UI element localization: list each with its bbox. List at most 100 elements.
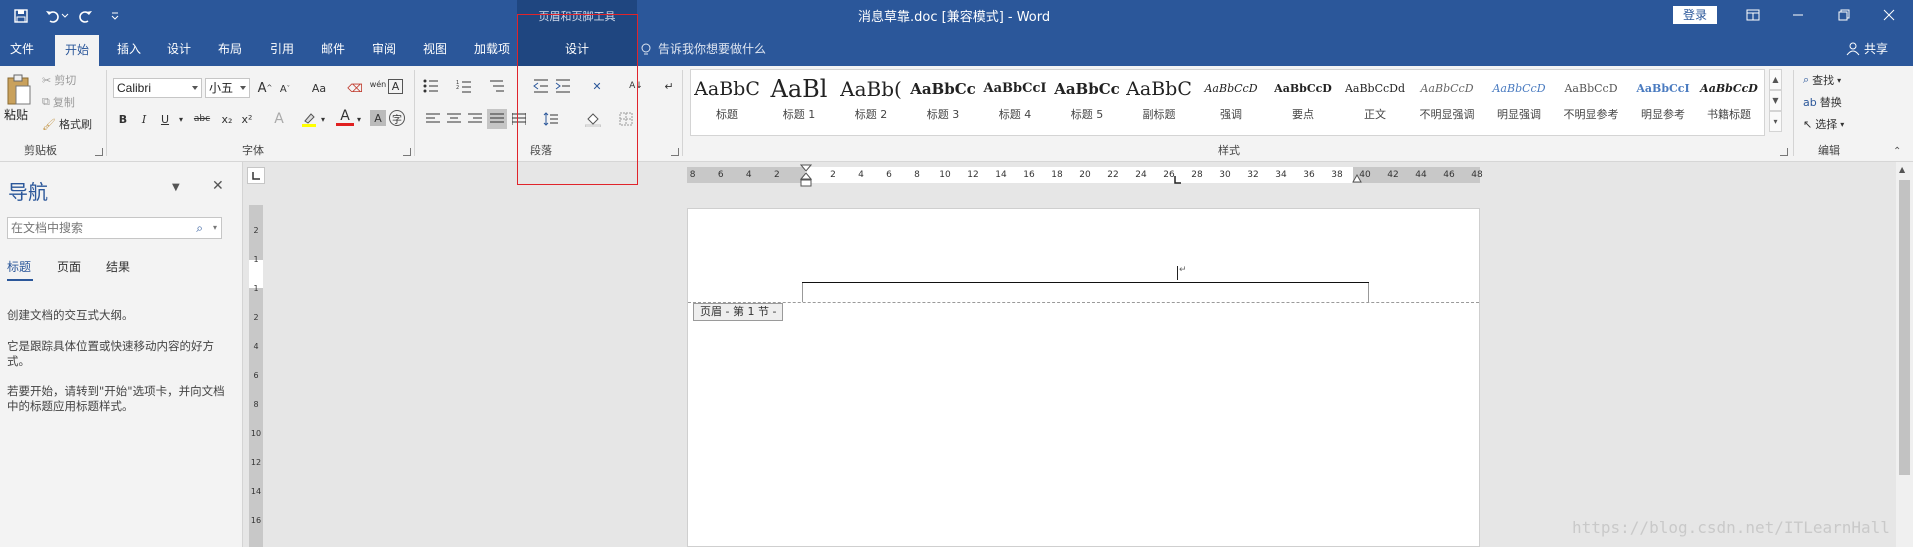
style-heading-1[interactable]: AaBl 标题 1 — [763, 72, 835, 134]
style-strong[interactable]: AaBbCcD 要点 — [1267, 72, 1339, 134]
clear-format-icon[interactable]: ⌫ — [346, 79, 364, 97]
align-left-icon[interactable] — [424, 110, 442, 128]
style-normal[interactable]: AaBbCcDd 正文 — [1339, 72, 1411, 134]
redo-icon[interactable] — [74, 6, 96, 26]
separator — [106, 70, 107, 156]
copy-button[interactable]: ⧉ 复制 — [42, 92, 75, 112]
chevron-down-icon[interactable]: ▾ — [213, 218, 217, 238]
close-icon[interactable]: ✕ — [212, 178, 224, 194]
nav-tab-pages[interactable]: 页面 — [57, 258, 81, 275]
paste-icon[interactable] — [4, 72, 34, 106]
document-page[interactable]: ↵ 页眉 - 第 1 节 - — [687, 208, 1480, 547]
tab-references[interactable]: 引用 — [260, 32, 304, 66]
style-name: 要点 — [1292, 108, 1314, 121]
restore-icon[interactable] — [1821, 0, 1867, 30]
font-color-dropdown-icon[interactable]: ▾ — [354, 110, 364, 128]
close-icon[interactable] — [1866, 0, 1912, 30]
font-launcher-icon[interactable] — [403, 148, 411, 156]
undo-dropdown-icon[interactable] — [60, 6, 70, 26]
gallery-scroll-up-icon[interactable]: ▲ — [1769, 69, 1782, 90]
share-button[interactable]: 共享 — [1846, 32, 1888, 66]
search-icon[interactable]: ⌕ — [196, 218, 203, 238]
underline-icon[interactable]: U — [156, 110, 174, 128]
gallery-scroll-down-icon[interactable]: ▼ — [1769, 90, 1782, 111]
shrink-font-icon[interactable]: Aˇ — [276, 80, 294, 98]
nav-tab-results[interactable]: 结果 — [106, 258, 130, 275]
tab-insert[interactable]: 插入 — [107, 32, 151, 66]
pinyin-guide-icon[interactable]: wén — [369, 76, 387, 94]
scroll-up-icon[interactable]: ▲ — [1899, 165, 1905, 174]
paragraph-launcher-icon[interactable] — [671, 148, 679, 156]
grow-font-icon[interactable]: A ^ — [256, 79, 274, 97]
bullets-icon[interactable] — [422, 77, 440, 95]
tab-view[interactable]: 视图 — [413, 32, 457, 66]
tab-layout[interactable]: 布局 — [208, 32, 252, 66]
login-button[interactable]: 登录 — [1673, 6, 1717, 24]
tab-review[interactable]: 审阅 — [362, 32, 406, 66]
change-case-icon[interactable]: Aa — [306, 79, 332, 97]
paste-button[interactable]: 粘贴 — [4, 106, 28, 123]
style-subtle-emphasis[interactable]: AaBbCcD 不明显强调 — [1411, 72, 1483, 134]
char-border-icon[interactable]: A — [388, 79, 403, 94]
numbering-icon[interactable]: 12 — [455, 77, 473, 95]
tab-file[interactable]: 文件 — [0, 32, 44, 66]
style-subtitle[interactable]: AaBbC 副标题 — [1123, 72, 1195, 134]
subscript-icon[interactable]: x₂ — [218, 110, 236, 128]
style-sample: AaBbCcD — [1420, 82, 1474, 95]
text-effects-icon[interactable]: A — [270, 110, 288, 128]
gallery-more-icon[interactable]: ▾ — [1769, 111, 1782, 132]
multilevel-list-icon[interactable] — [488, 77, 506, 95]
style-heading-4[interactable]: AaBbCcI 标题 4 — [979, 72, 1051, 134]
char-shading-icon[interactable]: A — [370, 110, 386, 126]
highlight-dropdown-icon[interactable]: ▾ — [318, 110, 328, 128]
italic-icon[interactable]: I — [135, 110, 153, 128]
bold-icon[interactable]: B — [114, 110, 132, 128]
minimize-icon[interactable] — [1775, 0, 1821, 30]
replace-button[interactable]: ab 替换 — [1803, 92, 1842, 112]
tab-selector[interactable] — [247, 167, 265, 184]
nav-options-icon[interactable]: ▼ — [172, 182, 180, 193]
align-center-icon[interactable] — [445, 110, 463, 128]
tab-design[interactable]: 设计 — [157, 32, 201, 66]
align-right-icon[interactable] — [466, 110, 484, 128]
find-button[interactable]: ⌕ 查找 ▾ — [1803, 70, 1841, 90]
nav-tab-headings[interactable]: 标题 — [7, 258, 31, 275]
cut-button[interactable]: ✂ 剪切 — [42, 70, 76, 90]
style-heading-3[interactable]: AaBbCc 标题 3 — [907, 72, 979, 134]
enclose-char-icon[interactable]: 字 — [389, 110, 405, 126]
highlight-icon[interactable] — [300, 110, 318, 128]
font-size-combo[interactable]: 小五 — [205, 78, 250, 98]
style-title[interactable]: AaBbC 标题 — [691, 72, 763, 134]
style-book-title[interactable]: AaBbCcD 书籍标题 — [1693, 72, 1765, 134]
collapse-ribbon-icon[interactable]: ⌃ — [1893, 146, 1901, 157]
tab-stop-marker[interactable] — [1174, 176, 1182, 184]
strikethrough-icon[interactable]: abc — [191, 110, 213, 128]
justify-icon[interactable] — [487, 109, 507, 129]
styles-launcher-icon[interactable] — [1780, 148, 1788, 156]
format-painter-button[interactable]: 🖌 格式刷 — [42, 114, 92, 134]
customize-icon[interactable] — [104, 6, 126, 26]
right-indent-marker-icon[interactable] — [1352, 174, 1362, 183]
show-marks-icon[interactable]: ↵ — [660, 77, 678, 95]
style-emphasis[interactable]: AaBbCcD 强调 — [1195, 72, 1267, 134]
style-subtle-reference[interactable]: AaBbCcD 不明显参考 — [1555, 72, 1627, 134]
nav-search-input[interactable]: 在文档中搜索 ⌕ ▾ — [7, 217, 222, 239]
clipboard-launcher-icon[interactable] — [95, 148, 103, 156]
tell-me-box[interactable]: 告诉我你想要做什么 — [640, 32, 766, 66]
save-icon[interactable] — [10, 6, 32, 26]
font-color-icon[interactable]: A — [336, 108, 354, 126]
superscript-icon[interactable]: x² — [238, 110, 256, 128]
tab-mailings[interactable]: 邮件 — [311, 32, 355, 66]
style-intense-reference[interactable]: AaBbCcI 明显参考 — [1627, 72, 1699, 134]
tab-addins[interactable]: 加载项 — [467, 32, 517, 66]
style-heading-5[interactable]: AaBbCc 标题 5 — [1051, 72, 1123, 134]
indent-marker-icon[interactable] — [800, 164, 812, 192]
tab-home[interactable]: 开始 — [55, 35, 99, 66]
scrollbar-thumb[interactable] — [1899, 180, 1910, 475]
style-intense-emphasis[interactable]: AaBbCcD 明显强调 — [1483, 72, 1555, 134]
ribbon-display-options-icon[interactable] — [1730, 0, 1776, 30]
font-name-combo[interactable]: Calibri — [113, 78, 202, 98]
underline-dropdown-icon[interactable]: ▾ — [176, 110, 186, 128]
style-heading-2[interactable]: AaBb(标题 2 — [835, 72, 907, 134]
select-button[interactable]: ↖ 选择 ▾ — [1803, 114, 1844, 134]
